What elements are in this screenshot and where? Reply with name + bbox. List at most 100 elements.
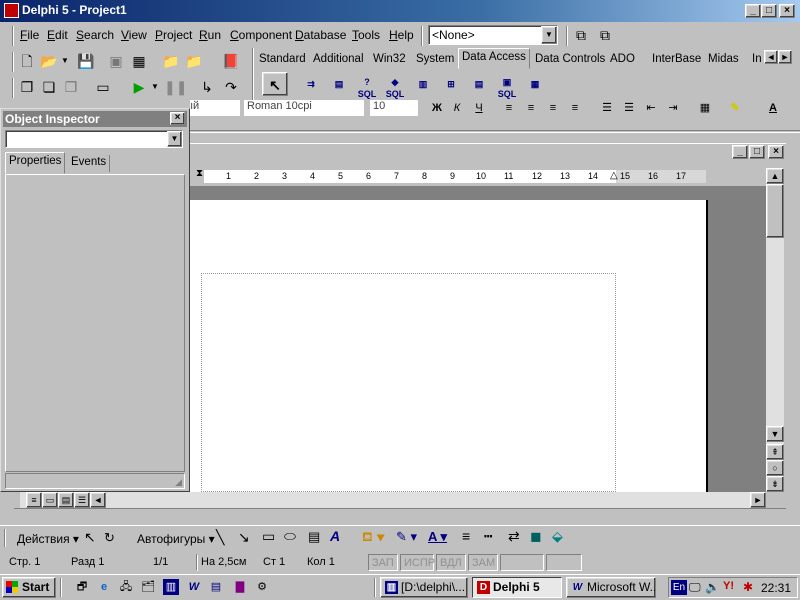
menu-project[interactable]: Project [155,28,192,42]
taskbar-button-word[interactable]: W Microsoft W... [566,577,656,598]
normal-view-icon[interactable]: ≡ [26,492,42,508]
menu-run[interactable]: Run [199,28,221,42]
3d-icon[interactable]: ⬙ [552,528,563,545]
object-inspector-close-icon[interactable]: × [170,112,185,125]
view-unit-icon[interactable]: ❐ [16,76,38,98]
scroll-thumb[interactable] [766,184,784,238]
oval-icon[interactable]: ⬭ [284,528,296,545]
palette-tab-ado[interactable]: ADO [607,51,638,69]
line-icon[interactable]: ╲ [216,529,224,546]
line-style-icon[interactable]: ≡ [462,528,470,544]
toolbar-grip[interactable] [12,52,14,72]
previous-page-icon[interactable]: ⇞ [766,444,784,460]
internet-explorer-icon[interactable]: e [96,579,112,595]
object-selector-combo[interactable]: ▼ [5,130,183,148]
scroll-up-icon[interactable]: ▲ [766,168,784,184]
pointer-icon[interactable]: ↖ [262,72,288,96]
numbering-icon[interactable]: ☰ [598,101,616,116]
palette-tab-additional[interactable]: Additional [310,51,367,69]
palette-tab-standard[interactable]: Standard [256,51,309,69]
actions-menu[interactable]: Действия ▾ [17,532,79,546]
new-form-icon[interactable]: ▭ [92,76,114,98]
run-dropdown-icon[interactable]: ▼ [150,76,160,98]
wordart-icon[interactable]: A [330,528,340,544]
open-dropdown-icon[interactable]: ▼ [60,50,70,72]
step-over-icon[interactable]: ↷ [220,76,242,98]
datasource-icon[interactable]: ⇉ [298,72,324,96]
session-icon[interactable]: ⊞ [438,72,464,96]
next-page-icon[interactable]: ⇟ [766,476,784,492]
scroll-right-icon[interactable]: ► [750,492,766,508]
font-size-combo[interactable]: 10 [370,100,418,116]
updatesql-icon[interactable]: ▣ SQL [494,72,520,99]
tray-bug-icon[interactable]: ✱ [743,580,753,594]
menu-database[interactable]: Database [295,28,346,42]
maximize-button[interactable]: □ [761,4,777,18]
property-grid[interactable] [5,174,185,472]
palette-scroll-right-icon[interactable]: ► [778,50,792,64]
menu-edit[interactable]: Edit [47,28,68,42]
italic-icon[interactable]: К [448,101,466,116]
configuration-combo[interactable]: <None> ▼ [428,25,558,45]
line-color-icon[interactable]: ✎ ▾ [396,529,417,545]
open-project-icon[interactable]: ▦ [128,50,150,72]
fill-color-icon[interactable]: ⛾ ▾ [362,529,385,547]
save-icon[interactable]: 💾 [75,50,97,72]
query-icon[interactable]: ? SQL [354,72,380,99]
chevron-down-icon[interactable]: ▼ [541,26,557,44]
remove-file-icon[interactable]: 📁 [183,50,205,72]
close-button[interactable]: × [779,4,795,18]
title-bar[interactable]: Delphi 5 - Project1 _ □ × [0,0,800,22]
indent-marker-icon[interactable]: ⧗ [196,168,203,179]
chevron-down-icon[interactable]: ▼ [167,131,182,147]
run-icon[interactable]: ▶ [128,76,150,98]
status-overtype[interactable]: ЗАМ [468,554,498,571]
align-right-icon[interactable]: ≡ [544,101,562,116]
palette-tab-data-access[interactable]: Data Access [458,48,530,69]
palette-tab-midas[interactable]: Midas [705,51,742,69]
palette-scroll-left-icon[interactable]: ◄ [764,50,778,64]
palette-tab-win32[interactable]: Win32 [370,51,409,69]
monitor-icon[interactable]: 🖵 [689,580,701,595]
dash-style-icon[interactable]: ┅ [484,528,492,545]
doc-close-button[interactable]: × [768,145,784,159]
language-indicator[interactable]: En [671,580,687,595]
program-icon[interactable]: ▤ [208,579,224,595]
font-color-icon[interactable]: A [764,101,782,116]
nestedtable-icon[interactable]: ▦ [522,72,548,96]
volume-icon[interactable]: 🔈 [705,580,720,594]
doc-minimize-button[interactable]: _ [732,145,748,159]
delphi-app-icon[interactable] [4,3,19,18]
vertical-scrollbar[interactable]: ▲ ▼ ⇞ ○ ⇟ [766,168,784,492]
highlight-icon[interactable]: ✎ [726,101,744,116]
clock[interactable]: 22:31 [761,581,791,595]
object-inspector-titlebar[interactable]: Object Inspector [3,111,187,127]
minimize-button[interactable]: _ [745,4,761,18]
toolbar-grip[interactable] [12,78,14,98]
scroll-down-icon[interactable]: ▼ [766,426,784,442]
select-objects-icon[interactable]: ↖ [84,529,96,546]
menu-search[interactable]: Search [76,28,114,42]
toggle-form-unit-icon[interactable]: ❐ [60,76,82,98]
arrow-icon[interactable]: ↘ [238,529,250,546]
palette-tab-system[interactable]: System [413,51,457,69]
palette-tab-interbase[interactable]: InterBase [649,51,704,69]
view-form-icon[interactable]: ❏ [38,76,60,98]
doc-restore-button[interactable]: □ [749,145,765,159]
right-indent-icon[interactable]: △ [610,170,618,181]
toolbar-grip[interactable] [4,529,6,547]
status-record[interactable]: ЗАП [368,554,398,571]
align-left-icon[interactable]: ≡ [500,101,518,116]
desktop-save-icon[interactable]: ⧉ [570,24,592,46]
network-icon[interactable]: 🖧 [118,579,134,595]
palette-tab-in[interactable]: In [749,51,765,69]
storedproc-icon[interactable]: ◆ SQL [382,72,408,99]
menu-view[interactable]: View [121,28,147,42]
select-browse-object-icon[interactable]: ○ [766,460,784,476]
taskbar-button-explorer[interactable]: ▥ [D:\delphi\... [380,577,468,598]
menu-file[interactable]: File [20,28,39,42]
start-button[interactable]: Start [2,577,56,598]
database-icon[interactable]: ▥ [410,72,436,96]
pause-icon[interactable]: ❚❚ [164,76,187,98]
free-rotate-icon[interactable]: ↻ [104,530,115,546]
